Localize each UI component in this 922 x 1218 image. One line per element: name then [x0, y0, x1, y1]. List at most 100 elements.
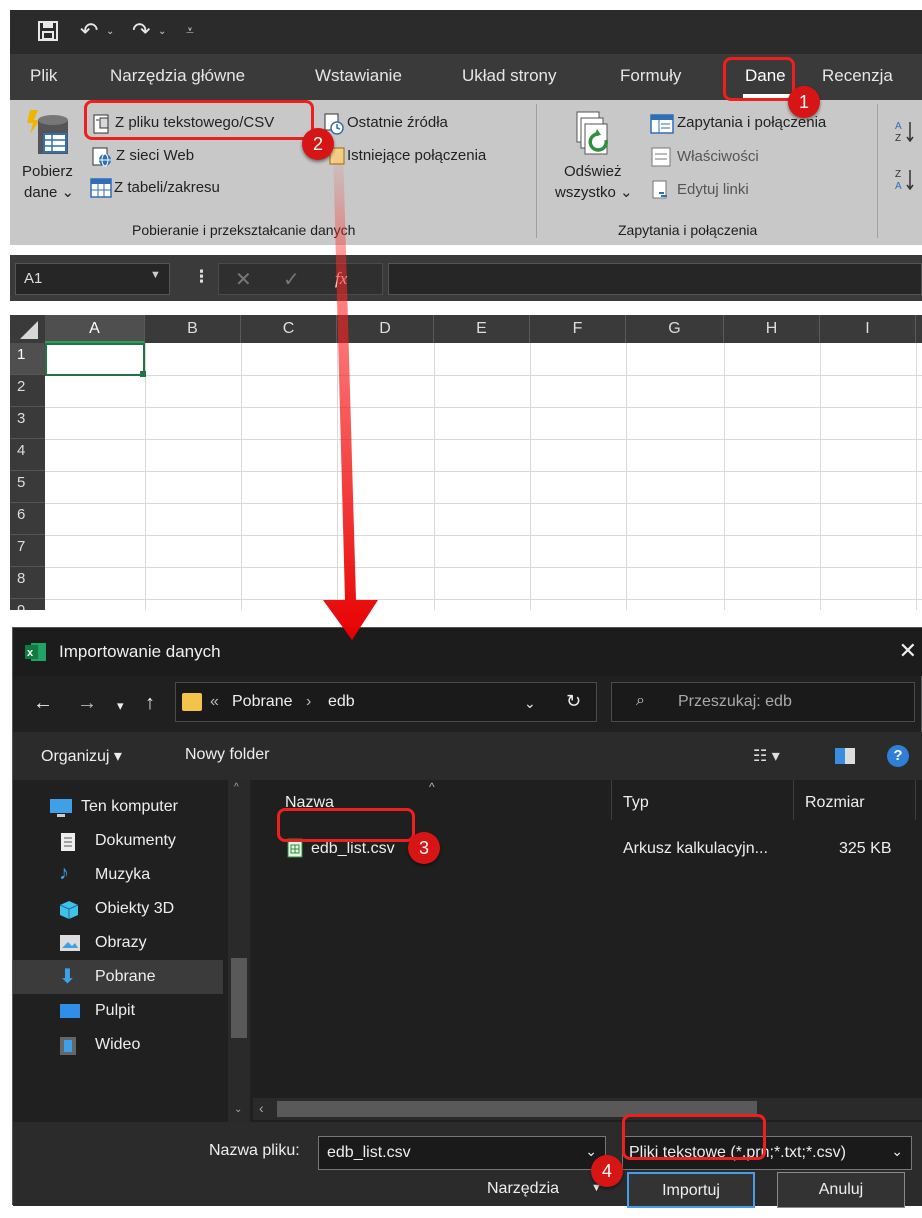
file-name-input[interactable]: edb_list.csv ⌄: [318, 1136, 606, 1170]
edit-links-button[interactable]: Edytuj linki: [677, 181, 749, 198]
formula-input[interactable]: [388, 263, 922, 295]
refresh-all-label-2[interactable]: wszystko ⌄: [555, 183, 633, 201]
path-overflow[interactable]: «: [210, 693, 219, 711]
enter-icon[interactable]: ✓: [283, 267, 300, 292]
recent-sources-button[interactable]: Ostatnie źródła: [347, 114, 448, 131]
organize-button[interactable]: Organizuj ▾: [41, 746, 122, 766]
nav-item-muzyka[interactable]: ♪ Muzyka: [13, 858, 223, 892]
nav-scroll-thumb[interactable]: [231, 958, 247, 1038]
scroll-down-icon[interactable]: ⌄: [234, 1104, 242, 1115]
column-header-type[interactable]: Typ: [623, 794, 649, 812]
nav-item-label: Pulpit: [95, 1002, 136, 1019]
path-segment-pobrane[interactable]: Pobrane: [232, 693, 293, 711]
from-table-button[interactable]: Z tabeli/zakresu: [114, 179, 220, 196]
view-options-icon[interactable]: ☷ ▾: [753, 746, 780, 766]
table-icon[interactable]: [90, 178, 112, 203]
preview-pane-icon[interactable]: [835, 748, 855, 764]
help-icon[interactable]: ?: [887, 745, 909, 767]
column-header[interactable]: E: [434, 315, 530, 343]
nav-scrollbar[interactable]: ^ ⌄: [228, 780, 250, 1122]
nav-item-dokumenty[interactable]: Dokumenty: [13, 824, 223, 858]
nav-item-pobrane[interactable]: ⬇ Pobrane: [13, 960, 223, 994]
recent-locations-icon[interactable]: ▾: [117, 698, 124, 714]
highlight-from-text-csv: [84, 100, 314, 140]
redo-icon[interactable]: ↷: [132, 20, 150, 42]
refresh-all-label-1[interactable]: Odśwież: [564, 163, 622, 180]
column-header[interactable]: D: [337, 315, 434, 343]
selected-cell-a1[interactable]: [45, 343, 145, 376]
column-header[interactable]: H: [724, 315, 820, 343]
cancel-button[interactable]: Anuluj: [777, 1172, 905, 1208]
sort-z-a-icon[interactable]: ZA: [895, 166, 917, 197]
more-options-icon[interactable]: ⋮: [193, 267, 210, 287]
tab-formuly[interactable]: Formuły: [620, 66, 681, 86]
refresh-icon[interactable]: ↻: [566, 691, 581, 712]
address-bar[interactable]: « Pobrane › edb ⌄ ↻: [175, 682, 597, 722]
from-web-button[interactable]: Z sieci Web: [116, 147, 194, 164]
tab-plik[interactable]: Plik: [30, 66, 57, 86]
web-icon[interactable]: [92, 147, 112, 172]
row-header[interactable]: 4: [10, 439, 45, 471]
name-box-dropdown-icon[interactable]: ▼: [150, 269, 161, 281]
redo-dropdown-icon[interactable]: ⌄: [158, 26, 166, 37]
name-box[interactable]: A1: [15, 263, 170, 295]
nav-item-ten-komputer[interactable]: Ten komputer: [13, 790, 223, 824]
row-header[interactable]: 8: [10, 567, 45, 599]
fill-handle[interactable]: [140, 371, 146, 377]
properties-button[interactable]: Właściwości: [677, 148, 759, 165]
horizontal-scrollbar[interactable]: ‹: [253, 1098, 922, 1120]
import-button[interactable]: Importuj: [627, 1172, 755, 1208]
row-header[interactable]: 1: [10, 343, 45, 375]
forward-icon[interactable]: →: [77, 692, 97, 715]
file-name-dropdown-icon[interactable]: ⌄: [585, 1143, 597, 1160]
tab-recenzja[interactable]: Recenzja: [822, 66, 893, 86]
sort-a-z-icon[interactable]: AZ: [895, 118, 917, 149]
new-folder-button[interactable]: Nowy folder: [185, 746, 269, 764]
refresh-all-icon[interactable]: [573, 110, 613, 163]
address-dropdown-icon[interactable]: ⌄: [524, 695, 536, 712]
row-header[interactable]: 7: [10, 535, 45, 567]
row-header[interactable]: 5: [10, 471, 45, 503]
row-header[interactable]: 9: [10, 599, 45, 610]
path-segment-edb[interactable]: edb: [328, 693, 355, 711]
nav-item-obiekty-3d[interactable]: Obiekty 3D: [13, 892, 223, 926]
row-header[interactable]: 6: [10, 503, 45, 535]
scroll-up-icon[interactable]: ^: [234, 782, 239, 793]
tab-wstawianie[interactable]: Wstawianie: [315, 66, 402, 86]
select-all-corner[interactable]: [10, 315, 45, 343]
properties-icon[interactable]: [651, 147, 671, 172]
up-icon[interactable]: ↑: [145, 692, 155, 715]
tools-button[interactable]: Narzędzia: [487, 1180, 559, 1198]
get-data-label-2[interactable]: dane ⌄: [24, 183, 74, 201]
back-icon[interactable]: ←: [33, 692, 53, 715]
undo-icon[interactable]: ↶: [80, 20, 98, 42]
column-header[interactable]: I: [820, 315, 916, 343]
scroll-left-icon[interactable]: ‹: [259, 1100, 264, 1116]
column-header[interactable]: F: [530, 315, 626, 343]
cancel-icon[interactable]: ✕: [235, 267, 252, 292]
existing-connections-button[interactable]: Istniejące połączenia: [347, 147, 486, 164]
column-header[interactable]: B: [145, 315, 241, 343]
row-header[interactable]: 3: [10, 407, 45, 439]
function-icon[interactable]: fx: [335, 269, 347, 289]
undo-dropdown-icon[interactable]: ⌄: [106, 26, 114, 37]
customize-qat-icon[interactable]: ⩡: [186, 22, 194, 39]
queries-connections-icon[interactable]: [650, 114, 674, 139]
column-header[interactable]: A: [45, 315, 145, 343]
column-header-size[interactable]: Rozmiar: [805, 794, 865, 812]
save-icon[interactable]: [38, 21, 58, 45]
search-input[interactable]: ⌕ Przeszukaj: edb: [611, 682, 915, 722]
get-data-label-1[interactable]: Pobierz: [22, 163, 73, 180]
column-header[interactable]: G: [626, 315, 724, 343]
tab-uklad-strony[interactable]: Układ strony: [462, 66, 556, 86]
nav-item-obrazy[interactable]: Obrazy: [13, 926, 223, 960]
file-type-dropdown-icon[interactable]: ⌄: [891, 1143, 903, 1160]
nav-item-pulpit[interactable]: Pulpit: [13, 994, 223, 1028]
column-header[interactable]: C: [241, 315, 337, 343]
tab-narzedzia-glowne[interactable]: Narzędzia główne: [110, 66, 245, 86]
row-header[interactable]: 2: [10, 375, 45, 407]
get-data-icon[interactable]: [24, 108, 72, 161]
nav-item-wideo[interactable]: Wideo: [13, 1028, 223, 1062]
edit-links-icon[interactable]: [651, 180, 671, 205]
close-icon[interactable]: ✕: [899, 638, 917, 664]
